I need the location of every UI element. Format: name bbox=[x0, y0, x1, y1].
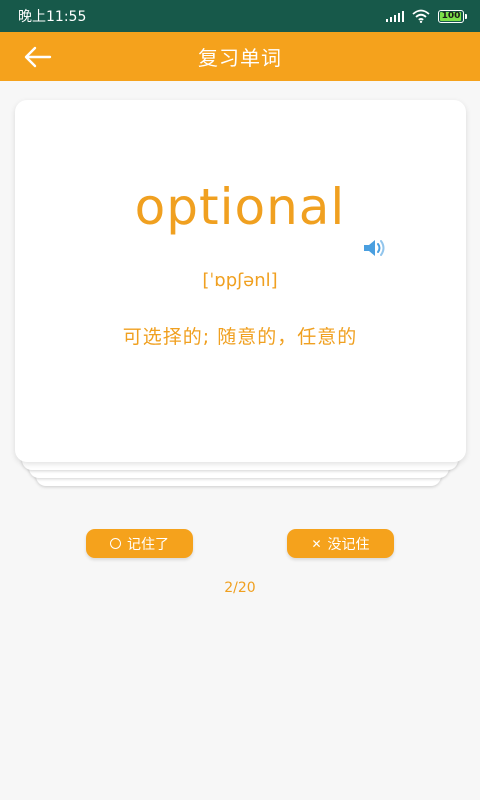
battery-indicator: 100 bbox=[438, 9, 467, 23]
phonetic-text: [ˈɒpʃənl] bbox=[202, 270, 278, 291]
status-icons: 100 bbox=[386, 9, 467, 23]
signal-bars-icon bbox=[386, 10, 404, 22]
speaker-icon[interactable] bbox=[362, 237, 388, 259]
forgot-button[interactable]: ✕ 没记住 bbox=[287, 529, 394, 558]
back-button[interactable] bbox=[22, 42, 54, 72]
meaning-text: 可选择的; 随意的，任意的 bbox=[122, 326, 358, 348]
word-text: optional bbox=[134, 178, 346, 236]
status-time: 晚上11:55 bbox=[18, 9, 87, 25]
remembered-label: 记住了 bbox=[127, 536, 169, 553]
wifi-icon bbox=[412, 9, 430, 23]
status-bar: 晚上11:55 100 bbox=[0, 0, 480, 32]
circle-icon bbox=[110, 538, 121, 549]
forgot-label: 没记住 bbox=[327, 536, 370, 553]
progress-counter: 2/20 bbox=[224, 580, 256, 596]
app-header: 复习单词 bbox=[0, 32, 480, 81]
page-title: 复习单词 bbox=[198, 46, 282, 70]
remembered-button[interactable]: 记住了 bbox=[86, 529, 193, 558]
arrow-left-icon bbox=[24, 46, 52, 68]
close-icon: ✕ bbox=[311, 536, 322, 551]
battery-level: 100 bbox=[441, 11, 461, 21]
